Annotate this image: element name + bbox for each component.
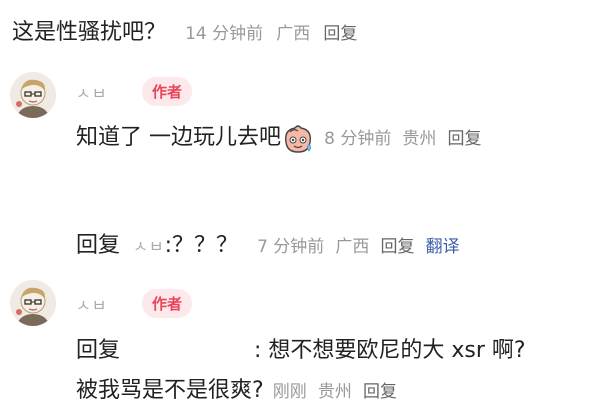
- reply-time: 7 分钟前: [257, 237, 325, 257]
- reply-button[interactable]: 回复: [448, 129, 482, 149]
- comment-3-line-1: 回复 : 想不想要欧尼的大 xsr 啊?: [76, 332, 600, 364]
- reply-1: 回复 ㅅㅂ:？？？ 7 分钟前 广西 回复 翻译: [76, 227, 600, 259]
- comment-text-line-1: : 想不想要欧尼的大 xsr 啊?: [254, 338, 526, 363]
- comment-1: 这是性骚扰吧？ 14 分钟前 广西 回复: [12, 14, 600, 46]
- comment-location: 广西: [276, 24, 311, 44]
- comment-time: 14 分钟前: [185, 24, 264, 44]
- comment-location: 贵州: [402, 129, 437, 149]
- comment-text-line-2: 被我骂是不是很爽?: [76, 378, 264, 403]
- username[interactable]: ㅅㅂ: [76, 296, 107, 315]
- comment-2: 知道了 一边玩儿去吧 8 分钟前 贵州 回复: [76, 119, 600, 158]
- reply-prefix: 回复: [76, 338, 121, 363]
- avatar[interactable]: [10, 280, 56, 326]
- comment-3-line-2: 被我骂是不是很爽? 刚刚 贵州 回复: [76, 372, 600, 404]
- reply-button[interactable]: 回复: [323, 24, 357, 44]
- reply-button[interactable]: 回复: [363, 382, 397, 402]
- hidden-username: [120, 337, 254, 357]
- author-badge: 作者: [142, 289, 193, 318]
- author-badge: 作者: [142, 77, 193, 106]
- reply-text: :？？？: [164, 233, 238, 258]
- comment-text: 这是性骚扰吧？: [12, 20, 167, 45]
- sweat-smile-peach-icon: [281, 122, 315, 158]
- reply-prefix: 回复: [76, 233, 121, 258]
- comment-time: 8 分钟前: [324, 129, 392, 149]
- avatar[interactable]: [10, 72, 56, 118]
- comment-location: 贵州: [317, 382, 352, 402]
- reply-target-user[interactable]: ㅅㅂ: [133, 237, 164, 256]
- comment-text: 知道了 一边玩儿去吧: [76, 125, 281, 150]
- translate-button[interactable]: 翻译: [426, 237, 460, 257]
- username[interactable]: ㅅㅂ: [76, 84, 107, 103]
- comment-time: 刚刚: [272, 382, 307, 402]
- reply-button[interactable]: 回复: [381, 237, 415, 257]
- reply-location: 广西: [335, 237, 370, 257]
